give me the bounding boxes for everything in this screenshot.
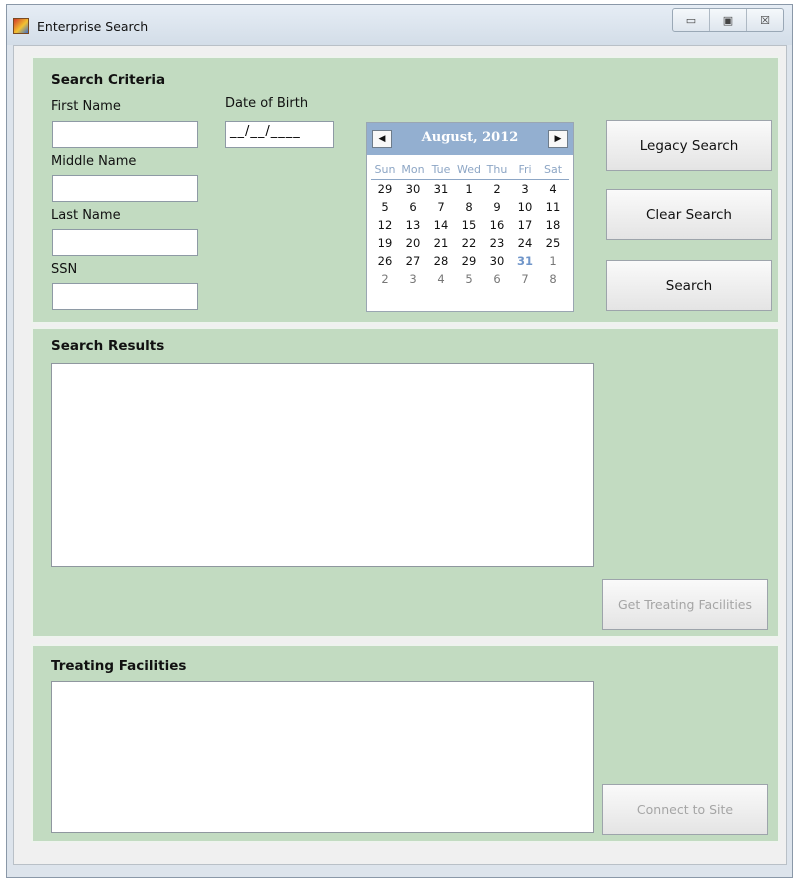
calendar-day[interactable]: 19: [371, 234, 399, 252]
calendar-day[interactable]: 12: [371, 216, 399, 234]
calendar-day[interactable]: 22: [455, 234, 483, 252]
ssn-label: SSN: [51, 262, 78, 277]
treating-facilities-title: Treating Facilities: [51, 658, 187, 674]
first-name-input[interactable]: [52, 121, 198, 148]
calendar-day[interactable]: 6: [399, 198, 427, 216]
calendar-weekday-row: Sun Mon Tue Wed Thu Fri Sat: [371, 161, 569, 180]
last-name-input[interactable]: [52, 229, 198, 256]
calendar-day[interactable]: 11: [539, 198, 567, 216]
calendar-day[interactable]: 3: [511, 180, 539, 198]
calendar-day[interactable]: 7: [511, 270, 539, 288]
window-controls: ▭ ▣ ☒: [672, 8, 784, 32]
search-button[interactable]: Search: [606, 260, 772, 311]
weekday-label: Fri: [518, 163, 532, 176]
calendar-day[interactable]: 4: [539, 180, 567, 198]
calendar-week-row: 19 20 21 22 23 24 25: [371, 234, 569, 252]
calendar-week-row: 26 27 28 29 30 31 1: [371, 252, 569, 270]
calendar-grid: Sun Mon Tue Wed Thu Fri Sat 29 30 31 1 2…: [371, 161, 569, 288]
date-of-birth-input[interactable]: __/__/____: [225, 121, 334, 148]
search-results-list[interactable]: [51, 363, 594, 567]
enterprise-search-window: Enterprise Search ▭ ▣ ☒ Search Criteria …: [6, 4, 793, 878]
calendar-day[interactable]: 2: [483, 180, 511, 198]
ssn-input[interactable]: [52, 283, 198, 310]
calendar-day[interactable]: 1: [455, 180, 483, 198]
calendar-day[interactable]: 16: [483, 216, 511, 234]
legacy-search-button[interactable]: Legacy Search: [606, 120, 772, 171]
calendar-day[interactable]: 25: [539, 234, 567, 252]
weekday-label: Tue: [431, 163, 451, 176]
title-bar: Enterprise Search ▭ ▣ ☒: [7, 5, 792, 45]
first-name-label: First Name: [51, 99, 121, 114]
calendar-header: ◀ August, 2012 ▶: [367, 123, 573, 155]
calendar-day[interactable]: 1: [539, 252, 567, 270]
calendar-week-row: 5 6 7 8 9 10 11: [371, 198, 569, 216]
treating-facilities-list[interactable]: [51, 681, 594, 833]
calendar-day[interactable]: 13: [399, 216, 427, 234]
calendar-day[interactable]: 31: [427, 180, 455, 198]
calendar-day[interactable]: 18: [539, 216, 567, 234]
date-of-birth-label: Date of Birth: [225, 96, 309, 111]
calendar-day[interactable]: 3: [399, 270, 427, 288]
calendar-day[interactable]: 23: [483, 234, 511, 252]
calendar-day[interactable]: 20: [399, 234, 427, 252]
weekday-label: Thu: [486, 163, 508, 176]
date-of-birth-calendar[interactable]: ◀ August, 2012 ▶ Sun Mon Tue Wed Thu Fri…: [366, 122, 574, 312]
window-client-area: Search Criteria First Name Middle Name L…: [13, 45, 787, 865]
calendar-day[interactable]: 8: [455, 198, 483, 216]
minimize-icon[interactable]: ▭: [673, 9, 710, 31]
calendar-day[interactable]: 10: [511, 198, 539, 216]
calendar-day[interactable]: 9: [483, 198, 511, 216]
weekday-label: Wed: [457, 163, 481, 176]
window-title: Enterprise Search: [37, 19, 149, 34]
calendar-day[interactable]: 8: [539, 270, 567, 288]
search-criteria-title: Search Criteria: [51, 72, 166, 88]
middle-name-label: Middle Name: [51, 154, 137, 169]
calendar-day[interactable]: 28: [427, 252, 455, 270]
calendar-day-today[interactable]: 31: [511, 252, 539, 270]
weekday-label: Sun: [374, 163, 396, 176]
calendar-week-row: 29 30 31 1 2 3 4: [371, 180, 569, 198]
calendar-day[interactable]: 5: [455, 270, 483, 288]
calendar-week-row: 2 3 4 5 6 7 8: [371, 270, 569, 288]
calendar-day[interactable]: 2: [371, 270, 399, 288]
maximize-icon[interactable]: ▣: [710, 9, 747, 31]
search-results-title: Search Results: [51, 338, 165, 354]
calendar-day[interactable]: 29: [371, 180, 399, 198]
calendar-day[interactable]: 29: [455, 252, 483, 270]
calendar-day[interactable]: 30: [399, 180, 427, 198]
close-icon[interactable]: ☒: [747, 9, 783, 31]
calendar-week-row: 12 13 14 15 16 17 18: [371, 216, 569, 234]
calendar-day[interactable]: 27: [399, 252, 427, 270]
treating-facilities-panel: Treating Facilities Connect to Site: [31, 644, 780, 843]
calendar-next-month-button[interactable]: ▶: [548, 130, 568, 148]
search-results-panel: Search Results Get Treating Facilities: [31, 327, 780, 638]
calendar-day[interactable]: 21: [427, 234, 455, 252]
calendar-day[interactable]: 5: [371, 198, 399, 216]
calendar-day[interactable]: 4: [427, 270, 455, 288]
calendar-day[interactable]: 17: [511, 216, 539, 234]
calendar-day[interactable]: 30: [483, 252, 511, 270]
last-name-label: Last Name: [51, 208, 121, 223]
calendar-day[interactable]: 14: [427, 216, 455, 234]
weekday-label: Sat: [543, 163, 563, 176]
calendar-day[interactable]: 26: [371, 252, 399, 270]
clear-search-button[interactable]: Clear Search: [606, 189, 772, 240]
calendar-day[interactable]: 24: [511, 234, 539, 252]
app-icon: [13, 18, 29, 34]
calendar-month-label: August, 2012: [421, 130, 519, 145]
middle-name-input[interactable]: [52, 175, 198, 202]
calendar-day[interactable]: 6: [483, 270, 511, 288]
calendar-day[interactable]: 7: [427, 198, 455, 216]
get-treating-facilities-button[interactable]: Get Treating Facilities: [602, 579, 768, 630]
calendar-day[interactable]: 15: [455, 216, 483, 234]
connect-to-site-button[interactable]: Connect to Site: [602, 784, 768, 835]
weekday-label: Mon: [401, 163, 425, 176]
